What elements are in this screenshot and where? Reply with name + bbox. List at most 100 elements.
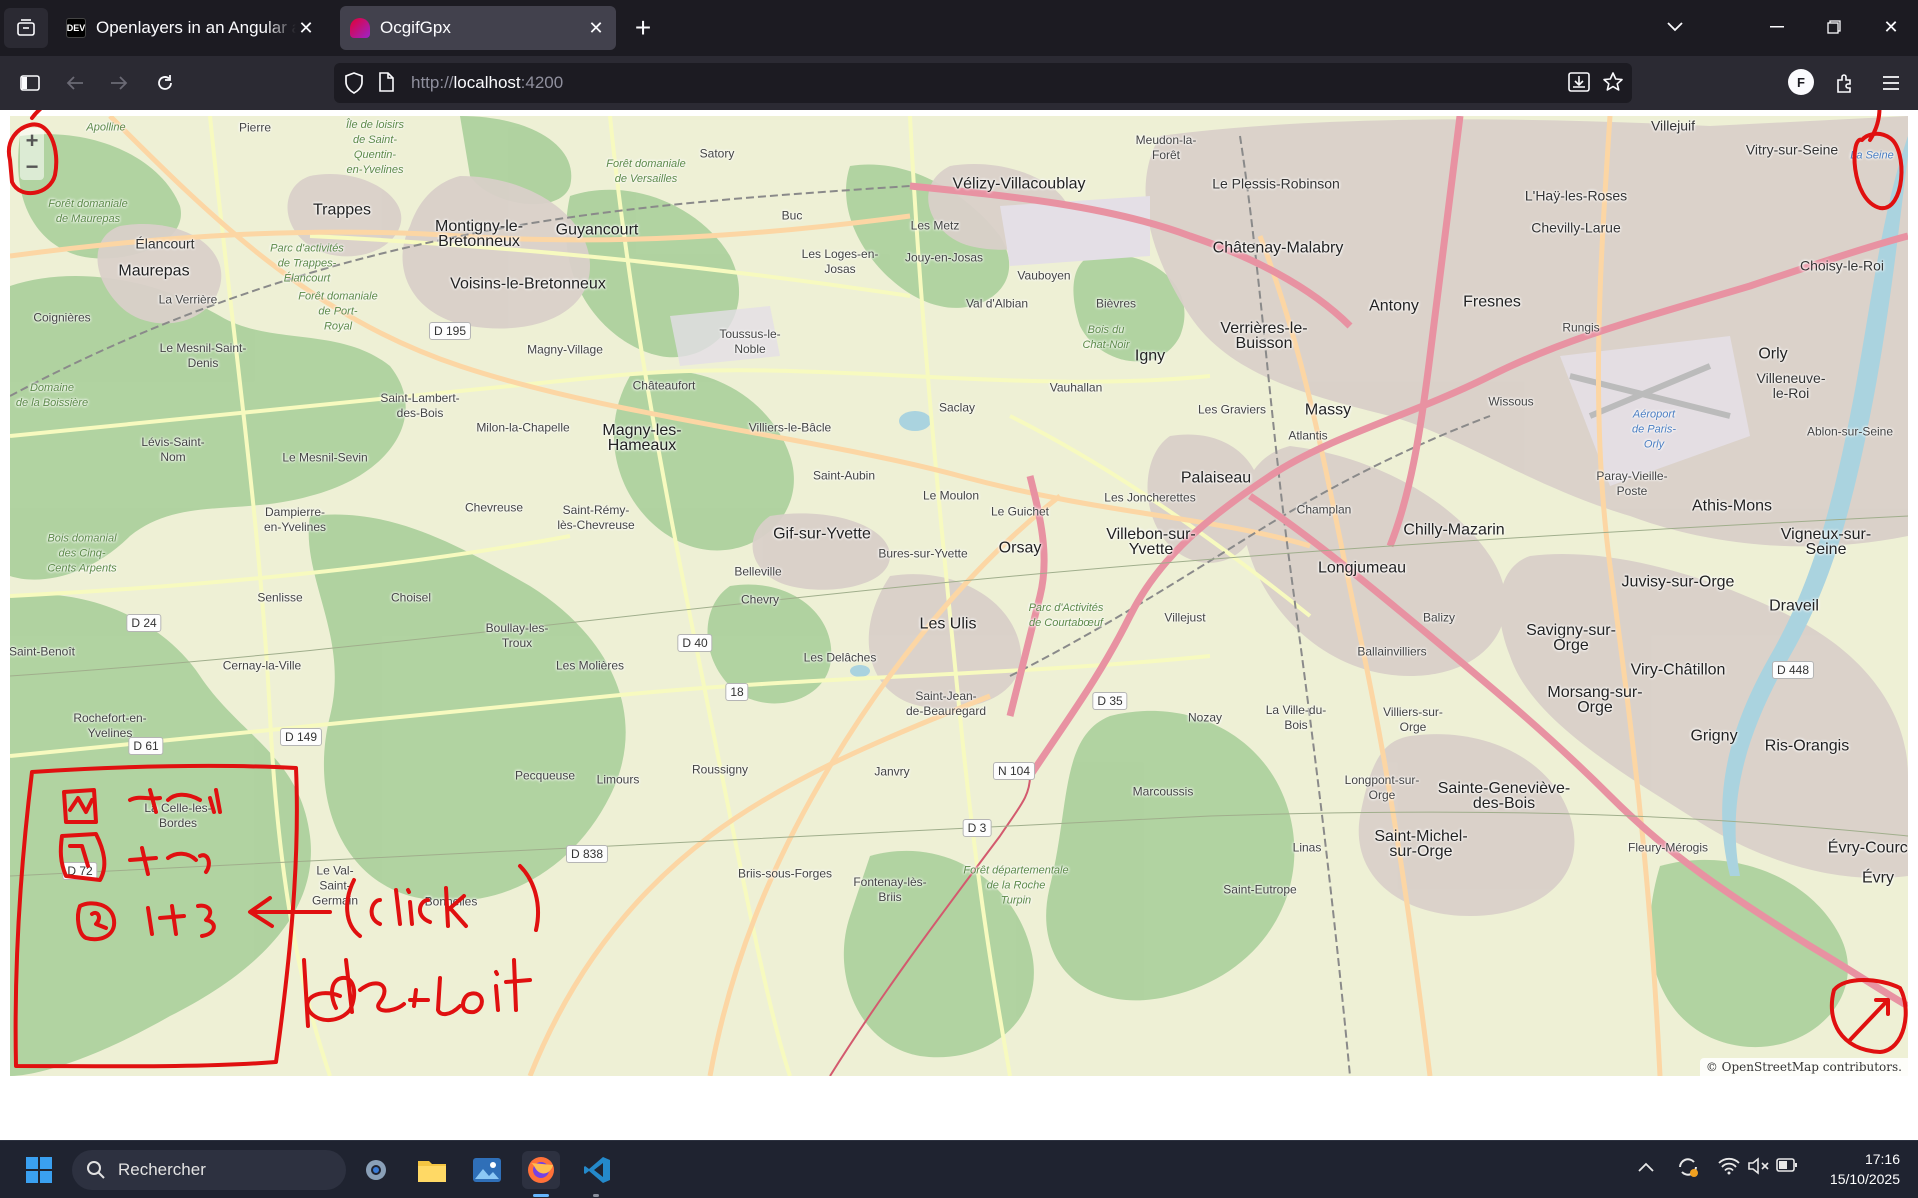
map-place-label: Buc — [781, 208, 803, 223]
map-place-label: Ablon-sur-Seine — [1806, 424, 1894, 439]
tab-strip: DEV Openlayers in an Angular applic ✕ Oc… — [0, 0, 1918, 56]
map-place-label: Meudon-la- Forêt — [1135, 133, 1197, 162]
clock-time: 17:16 — [1864, 1151, 1900, 1167]
extensions-icon[interactable] — [1830, 68, 1860, 98]
road-ref-shield: D 195 — [428, 322, 472, 340]
tabs-icon — [17, 19, 35, 36]
tab-title: OcgifGpx — [380, 18, 451, 37]
map-place-label: Les Graviers — [1197, 402, 1267, 417]
map-place-label: Fleury-Mérogis — [1627, 840, 1709, 855]
map-place-label: Draveil — [1769, 597, 1819, 615]
map-place-label: Wissous — [1488, 394, 1534, 409]
map-place-label: Viry-Châtillon — [1630, 661, 1726, 679]
map-place-label: Domaine de la Boissière — [15, 382, 89, 409]
map-place-label: Évry — [1862, 869, 1894, 887]
map-place-label: Les Loges-en- Josas — [801, 247, 879, 276]
search-placeholder: Rechercher — [118, 1160, 206, 1179]
vscode-icon[interactable] — [578, 1151, 616, 1189]
map-place-label: Athis-Mons — [1691, 497, 1773, 515]
map-place-label: Forêt domaniale de Maurepas — [48, 198, 128, 225]
map-place-label: La Verrière — [158, 292, 218, 307]
zoom-control: + − — [20, 128, 44, 180]
volume-muted-icon[interactable] — [1748, 1157, 1770, 1178]
map-place-label: Vélizy-Villacoublay — [952, 175, 1086, 193]
firefox-icon[interactable] — [522, 1151, 560, 1189]
map-place-label: Bonnelles — [424, 894, 478, 909]
bookmark-star-icon[interactable] — [1602, 71, 1624, 98]
map-place-label: Choisel — [390, 590, 432, 605]
settings-gear-icon[interactable] — [357, 1151, 395, 1189]
photos-app-icon[interactable] — [468, 1151, 506, 1189]
map-place-label: Trappes — [312, 201, 372, 219]
reload-icon[interactable] — [150, 68, 180, 98]
map-place-label: Rungis — [1562, 320, 1600, 335]
map-place-label: Milon-la-Chapelle — [476, 420, 570, 435]
map-place-label: Jouy-en-Josas — [904, 250, 984, 265]
sidebar-toggle-icon[interactable] — [15, 68, 45, 98]
page-info-icon[interactable] — [378, 72, 394, 97]
map-place-label: Sainte-Geneviève-des-Bois — [1437, 780, 1571, 812]
zoom-out-button[interactable]: − — [20, 154, 44, 180]
system-clock[interactable]: 17:16 15/10/2025 — [1800, 1149, 1900, 1189]
vscode-running-indicator — [593, 1194, 599, 1197]
new-tab-button[interactable]: + — [628, 14, 658, 44]
tab-openlayers[interactable]: DEV Openlayers in an Angular applic ✕ — [56, 6, 326, 50]
map-viewport[interactable]: Pierre Apolline Île de loisirs de Saint- Que… — [10, 116, 1908, 1076]
show-hidden-icons-icon[interactable] — [1638, 1159, 1654, 1175]
map-place-label: Fresnes — [1463, 293, 1521, 311]
menu-icon[interactable] — [1876, 68, 1906, 98]
road-ref-shield: D 838 — [565, 845, 609, 863]
shield-icon[interactable] — [344, 72, 364, 99]
url-text[interactable]: http://localhost:4200 — [411, 73, 563, 93]
map-place-label: Magny-Village — [527, 342, 603, 357]
map-place-label: Antony — [1369, 297, 1419, 315]
map-place-label: Châtenay-Malabry — [1212, 239, 1344, 257]
taskbar-search-box[interactable]: Rechercher — [72, 1150, 346, 1190]
tab-title: Openlayers in an Angular applic — [96, 18, 296, 37]
firefox-active-indicator — [533, 1194, 549, 1197]
map-place-label: Massy — [1304, 401, 1352, 419]
account-avatar[interactable]: F — [1788, 69, 1814, 95]
map-place-label: Saint-Eutrope — [1223, 882, 1297, 897]
map-place-label: Palaiseau — [1180, 469, 1252, 487]
sync-update-icon[interactable] — [1676, 1155, 1700, 1182]
map-place-label: Élancourt — [135, 235, 195, 252]
list-all-tabs-icon[interactable] — [1660, 12, 1690, 42]
map-place-label: Limours — [596, 772, 640, 787]
map-place-label: Les Metz — [910, 218, 960, 233]
close-window-icon[interactable]: ✕ — [1876, 12, 1906, 42]
back-icon[interactable] — [60, 68, 90, 98]
map-place-label: Igny — [1134, 347, 1166, 365]
map-place-label: Le Mesnil-Saint- Denis — [159, 341, 247, 370]
close-tab-icon[interactable]: ✕ — [586, 18, 606, 38]
map-place-label: Forêt départementale de la Roche Turpin — [963, 864, 1069, 907]
map-place-label: Maurepas — [118, 262, 190, 280]
restore-icon[interactable] — [1819, 12, 1849, 42]
map-attribution[interactable]: © OpenStreetMap contributors. — [1699, 1058, 1908, 1076]
forward-icon[interactable] — [104, 68, 134, 98]
tab-ocgifgpx[interactable]: OcgifGpx ✕ — [340, 6, 616, 50]
tab-overview-button[interactable] — [4, 8, 48, 48]
windows-start-icon[interactable] — [20, 1151, 58, 1189]
address-bar[interactable]: http://localhost:4200 — [334, 63, 1632, 103]
map-place-label: Forêt domaniale de Port- Royal — [298, 290, 378, 333]
map-place-label: Savigny-sur- Orge — [1526, 622, 1616, 654]
zoom-in-button[interactable]: + — [20, 128, 44, 154]
map-place-label: Paray-Vieille- Poste — [1596, 469, 1668, 498]
map-place-label: Le Mesnil-Sevin — [282, 450, 368, 465]
map-place-label: Pecqueuse — [514, 768, 576, 783]
road-ref-shield: D 24 — [126, 614, 162, 632]
battery-icon[interactable] — [1776, 1157, 1798, 1176]
map-place-label: Châteaufort — [632, 378, 696, 393]
minimize-icon[interactable] — [1762, 12, 1792, 42]
install-app-icon[interactable] — [1568, 72, 1590, 97]
map-place-label: Évry-Courc. — [1827, 839, 1908, 857]
map-place-label: Saint-Rémy-lès-Chevreuse — [557, 503, 635, 532]
map-place-label: Saclay — [938, 400, 976, 415]
map-place-label: Chevry — [740, 592, 780, 607]
file-explorer-icon[interactable] — [413, 1151, 451, 1189]
map-place-label: Grigny — [1690, 727, 1738, 745]
map-place-label: Chevreuse — [464, 500, 524, 515]
wifi-icon[interactable] — [1718, 1157, 1740, 1178]
close-tab-icon[interactable]: ✕ — [296, 18, 316, 38]
